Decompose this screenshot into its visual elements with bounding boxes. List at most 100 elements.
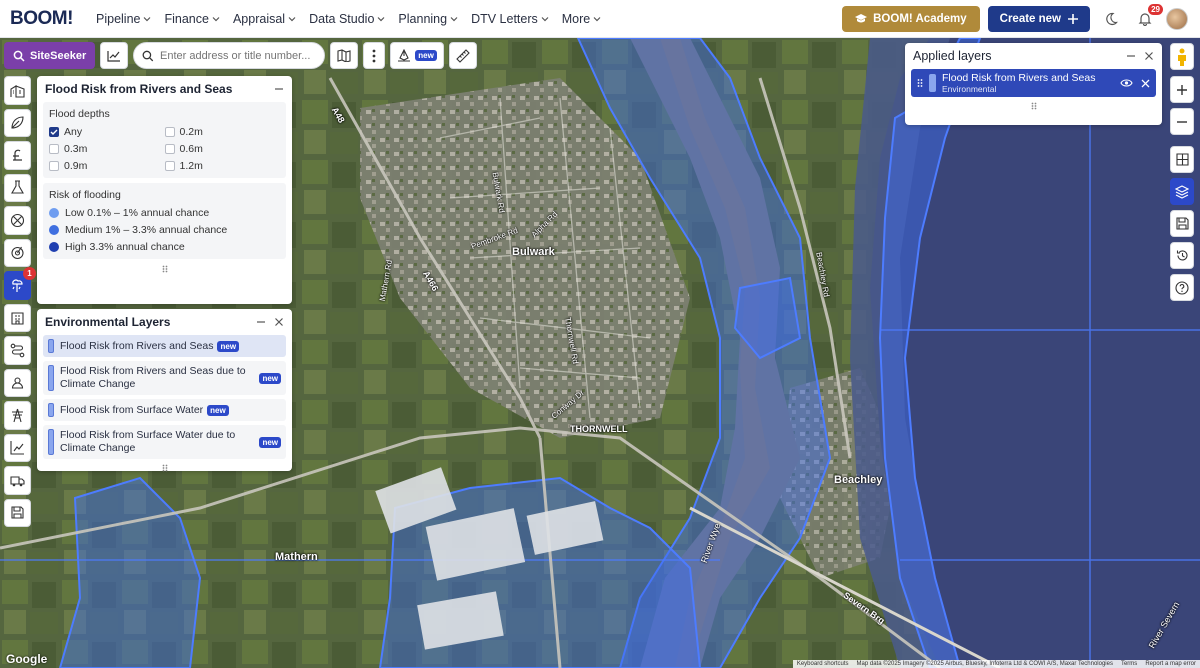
nav-label: More [561, 11, 591, 26]
nav-appraisal[interactable]: Appraisal [233, 12, 296, 26]
minimize-icon[interactable] [256, 317, 266, 327]
drag-grip-icon[interactable] [917, 78, 923, 88]
help-button[interactable] [1170, 274, 1194, 301]
checkbox[interactable] [164, 144, 175, 154]
layer-label: Flood Risk from Surface Water new [60, 404, 281, 417]
notifications-button[interactable]: 29 [1132, 3, 1163, 32]
zoom-out-button[interactable] [1170, 108, 1194, 135]
layer-flood-rivers-seas-climate[interactable]: Flood Risk from Rivers and Seas due to C… [43, 361, 286, 395]
graduation-cap-icon [855, 13, 868, 22]
nav-dtv-letters[interactable]: DTV Letters [471, 12, 549, 26]
sidebar-utilities-button[interactable] [4, 401, 31, 430]
nav-pipeline[interactable]: Pipeline [96, 12, 151, 26]
layers-icon [1175, 184, 1189, 199]
user-avatar[interactable] [1166, 7, 1188, 30]
map-view-button[interactable] [330, 42, 359, 69]
eye-icon[interactable] [1120, 78, 1133, 88]
drag-handle[interactable] [905, 101, 1162, 111]
layer-label: Flood Risk from Rivers and Seas due to C… [60, 365, 246, 390]
draw-tool-button[interactable]: new [390, 42, 444, 69]
checkbox-checked[interactable] [49, 127, 59, 137]
applied-layer-item[interactable]: Flood Risk from Rivers and Seas Environm… [911, 69, 1156, 97]
boom-academy-button[interactable]: BOOM! Academy [842, 5, 980, 32]
layer-color-swatch [48, 339, 54, 353]
layer-flood-rivers-seas[interactable]: Flood Risk from Rivers and Seas new [43, 335, 286, 357]
checkbox[interactable] [49, 144, 59, 154]
street-view-pegman[interactable] [1170, 43, 1194, 70]
history-button[interactable] [1170, 242, 1194, 269]
depth-option-0-2m[interactable]: 0.2m [164, 126, 281, 138]
checkbox[interactable] [49, 161, 59, 171]
sidebar-boundary-button[interactable] [4, 108, 31, 137]
sidebar-ownership-button[interactable] [4, 368, 31, 397]
zoom-in-button[interactable] [1170, 76, 1194, 103]
save-view-button[interactable] [1170, 210, 1194, 237]
theme-toggle-button[interactable] [1098, 6, 1124, 32]
layer-flood-surface-water[interactable]: Flood Risk from Surface Water new [43, 399, 286, 421]
floppy-disk-icon [11, 506, 24, 519]
applied-layer-swatch [929, 74, 936, 92]
kebab-menu-icon [372, 49, 376, 62]
minimize-icon[interactable] [1126, 51, 1136, 61]
close-icon[interactable] [1141, 79, 1150, 88]
siteseeker-button[interactable]: SiteSeeker [4, 42, 96, 69]
chevron-down-icon [450, 16, 458, 21]
depth-option-0-9m[interactable]: 0.9m [49, 160, 165, 172]
nav-planning[interactable]: Planning [398, 12, 458, 26]
sidebar-environmental-button[interactable]: 1 [4, 267, 36, 300]
address-search-box[interactable] [133, 42, 326, 69]
depth-option-any[interactable]: Any [49, 126, 165, 138]
left-tool-sidebar: 1 [4, 76, 36, 527]
boom-logo[interactable]: BOOM! [10, 8, 96, 30]
map-toolbar: SiteSeeker new [4, 42, 477, 69]
nav-more[interactable]: More [562, 12, 601, 26]
depth-option-0-3m[interactable]: 0.3m [49, 143, 165, 155]
risk-title: Risk of flooding [49, 189, 121, 201]
checkbox[interactable] [164, 161, 175, 171]
siteseeker-label: SiteSeeker [30, 49, 87, 62]
layer-flood-surface-water-climate[interactable]: Flood Risk from Surface Water due to Cli… [43, 425, 286, 459]
drag-handle[interactable] [37, 264, 292, 274]
layer-label-text: Flood Risk from Rivers and Seas [60, 339, 214, 352]
more-options-button[interactable] [363, 42, 386, 69]
tree-rain-icon [12, 279, 23, 292]
depth-option-0-6m[interactable]: 0.6m [164, 143, 281, 155]
keyboard-shortcuts-link[interactable]: Keyboard shortcuts [797, 661, 849, 667]
nav-finance[interactable]: Finance [164, 12, 220, 26]
measure-tool-button[interactable] [448, 42, 477, 69]
sidebar-lab-button[interactable] [4, 173, 31, 202]
create-new-label: Create new [999, 12, 1061, 25]
sidebar-transport-button[interactable] [4, 336, 31, 365]
grid-view-button[interactable] [1170, 146, 1194, 173]
applied-layer-category: Environmental [942, 84, 997, 94]
sidebar-finance-button[interactable] [4, 141, 31, 170]
checkbox[interactable] [164, 127, 175, 137]
sidebar-constraints-button[interactable] [4, 206, 31, 235]
search-input[interactable] [159, 49, 317, 62]
nav-label: Planning [398, 11, 448, 26]
layers-button[interactable] [1170, 178, 1194, 205]
report-map-error-link[interactable]: Report a map error [1145, 661, 1196, 667]
sidebar-market-button[interactable] [4, 433, 31, 462]
applied-layer-name: Flood Risk from Rivers and Seas [942, 72, 1096, 84]
nav-data-studio[interactable]: Data Studio [309, 12, 385, 26]
map-label-thornwell: THORNWELL [570, 424, 628, 434]
drag-handle[interactable] [37, 463, 292, 473]
route-icon [10, 343, 25, 358]
sidebar-heritage-button[interactable] [4, 238, 31, 267]
sidebar-saved-button[interactable] [4, 498, 31, 527]
sidebar-vehicle-button[interactable] [4, 466, 31, 495]
depth-option-1-2m[interactable]: 1.2m [164, 160, 281, 172]
new-badge: new [259, 372, 281, 384]
create-new-button[interactable]: Create new [987, 5, 1090, 32]
sidebar-property-button[interactable] [4, 76, 31, 105]
analytics-button[interactable] [100, 42, 129, 69]
minimize-icon[interactable] [274, 84, 284, 94]
terms-link[interactable]: Terms [1121, 661, 1137, 667]
flood-depths-options: Any 0.2m 0.3m 0.6m 0.9m 1.2m [49, 126, 280, 172]
sidebar-facilities-button[interactable] [4, 303, 31, 332]
close-icon[interactable] [1144, 51, 1154, 61]
grip-dots-icon [162, 464, 167, 472]
close-icon[interactable] [274, 317, 284, 327]
flood-panel-header: Flood Risk from Rivers and Seas [37, 76, 292, 102]
